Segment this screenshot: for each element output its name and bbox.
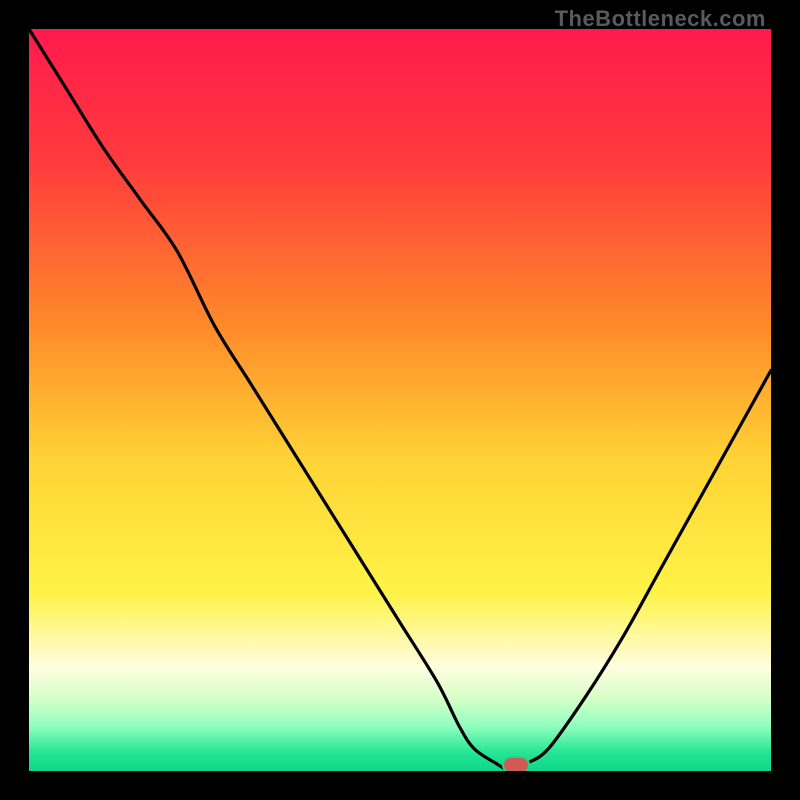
plot-area bbox=[29, 29, 771, 771]
bottleneck-curve bbox=[29, 29, 771, 771]
operating-point-marker bbox=[504, 758, 528, 771]
chart-frame: TheBottleneck.com bbox=[0, 0, 800, 800]
watermark-text: TheBottleneck.com bbox=[555, 6, 766, 32]
